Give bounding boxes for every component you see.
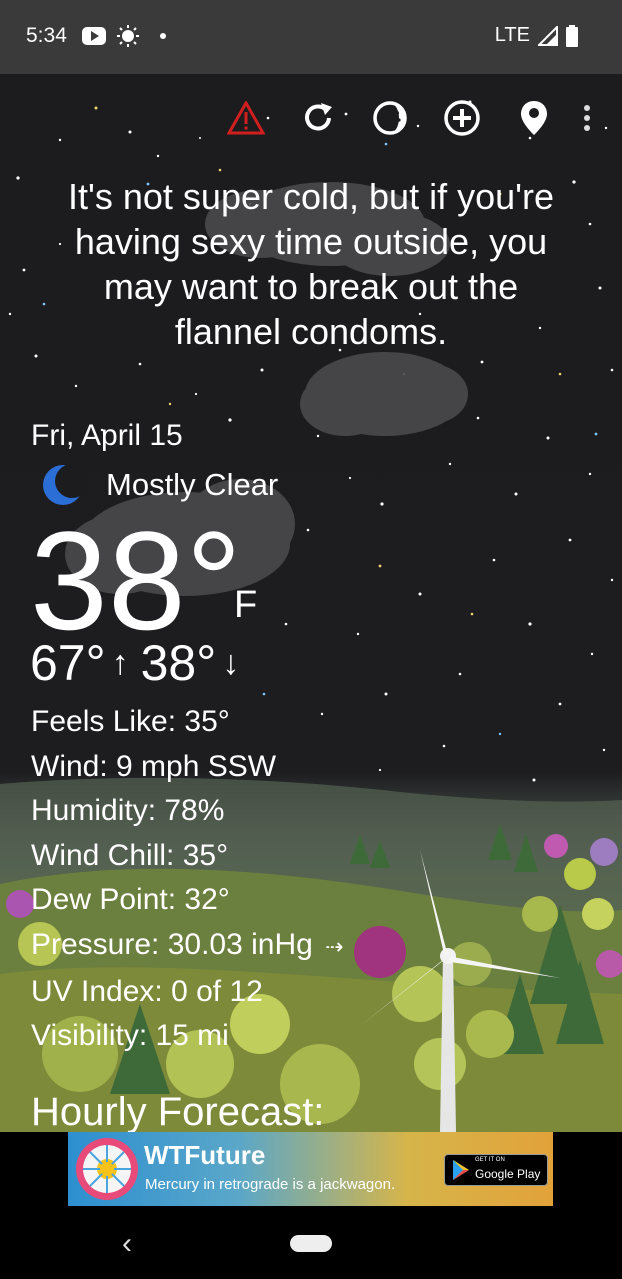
back-button[interactable]: ‹ <box>122 1227 132 1261</box>
more-menu-button[interactable] <box>570 96 604 140</box>
google-play-label: Google Play <box>475 1167 541 1181</box>
add-location-button[interactable] <box>426 96 498 140</box>
signal-icon <box>538 25 558 46</box>
feels-like: Feels Like: 35° <box>31 705 230 738</box>
low-temperature: 38° <box>140 635 217 691</box>
status-bar: 5:34 LTE <box>0 0 622 74</box>
uv-index: UV Index: 0 of 12 <box>31 974 263 1008</box>
google-play-badge[interactable]: GET IT ON Google Play <box>444 1154 548 1186</box>
high-low-temperature: 67° ↑ 38° ↓ <box>30 634 239 692</box>
home-button[interactable] <box>290 1235 332 1252</box>
refresh-icon <box>305 103 332 131</box>
more-icon <box>584 105 590 131</box>
brightness-icon <box>117 25 139 47</box>
temperature-unit: F <box>234 584 258 626</box>
add-location-icon <box>444 100 480 136</box>
quip-line: may want to break out the <box>103 266 519 307</box>
ad-banner: WTFuture Mercury in retrograde is a jack… <box>0 1132 622 1207</box>
weather-details: Feels Like: 35° Wind: 9 mph SSW Humidity… <box>31 700 344 1059</box>
visibility: Visibility: 15 mi <box>31 1019 229 1053</box>
pressure: Pressure: 30.03 inHg <box>31 927 313 961</box>
weather-quip: It's not super cold, but if you're havin… <box>30 174 592 354</box>
play-store-icon <box>453 1160 469 1180</box>
refresh-button[interactable] <box>282 96 354 140</box>
current-date: Fri, April 15 <box>31 419 183 452</box>
status-time: 5:34 <box>26 24 67 47</box>
ad-subtitle: Mercury in retrograde is a jackwagon. <box>145 1176 396 1193</box>
quip-line: having sexy time outside, you <box>74 221 548 262</box>
hourly-forecast-title: Hourly Forecast: <box>31 1090 325 1132</box>
weather-app: It's not super cold, but if you're havin… <box>0 74 622 1132</box>
pressure-trend-arrow-icon: ⇢ <box>325 933 344 959</box>
humidity: Humidity: 78% <box>31 794 225 828</box>
get-it-on-label: GET IT ON <box>475 1157 505 1163</box>
theme-icon <box>373 101 407 135</box>
wind-chill: Wind Chill: 35° <box>31 838 229 872</box>
app-toolbar <box>210 96 604 140</box>
arrow-up-icon: ↑ <box>111 644 129 682</box>
network-label: LTE <box>494 24 530 46</box>
arrow-down-icon: ↓ <box>222 644 240 682</box>
notification-dot-icon <box>160 33 166 39</box>
wind: Wind: 9 mph SSW <box>31 749 277 783</box>
zodiac-logo-icon <box>76 1138 138 1200</box>
navigation-bar: ‹ <box>0 1207 622 1279</box>
pressure-row: Pressure: 30.03 inHg ⇢ <box>31 923 344 970</box>
alert-button[interactable] <box>210 96 282 140</box>
youtube-icon <box>82 27 106 45</box>
dew-point: Dew Point: 32° <box>31 883 230 917</box>
quip-line: flannel condoms. <box>174 311 448 352</box>
condition-label: Mostly Clear <box>106 467 279 502</box>
alert-icon <box>227 101 265 135</box>
quip-line: It's not super cold, but if you're <box>68 176 554 217</box>
location-icon <box>521 101 547 135</box>
high-temperature: 67° <box>30 635 106 691</box>
ad-content[interactable]: WTFuture Mercury in retrograde is a jack… <box>68 1132 553 1206</box>
theme-button[interactable] <box>354 96 426 140</box>
ad-title: WTFuture <box>144 1140 266 1170</box>
location-button[interactable] <box>498 96 570 140</box>
battery-icon <box>566 24 578 47</box>
